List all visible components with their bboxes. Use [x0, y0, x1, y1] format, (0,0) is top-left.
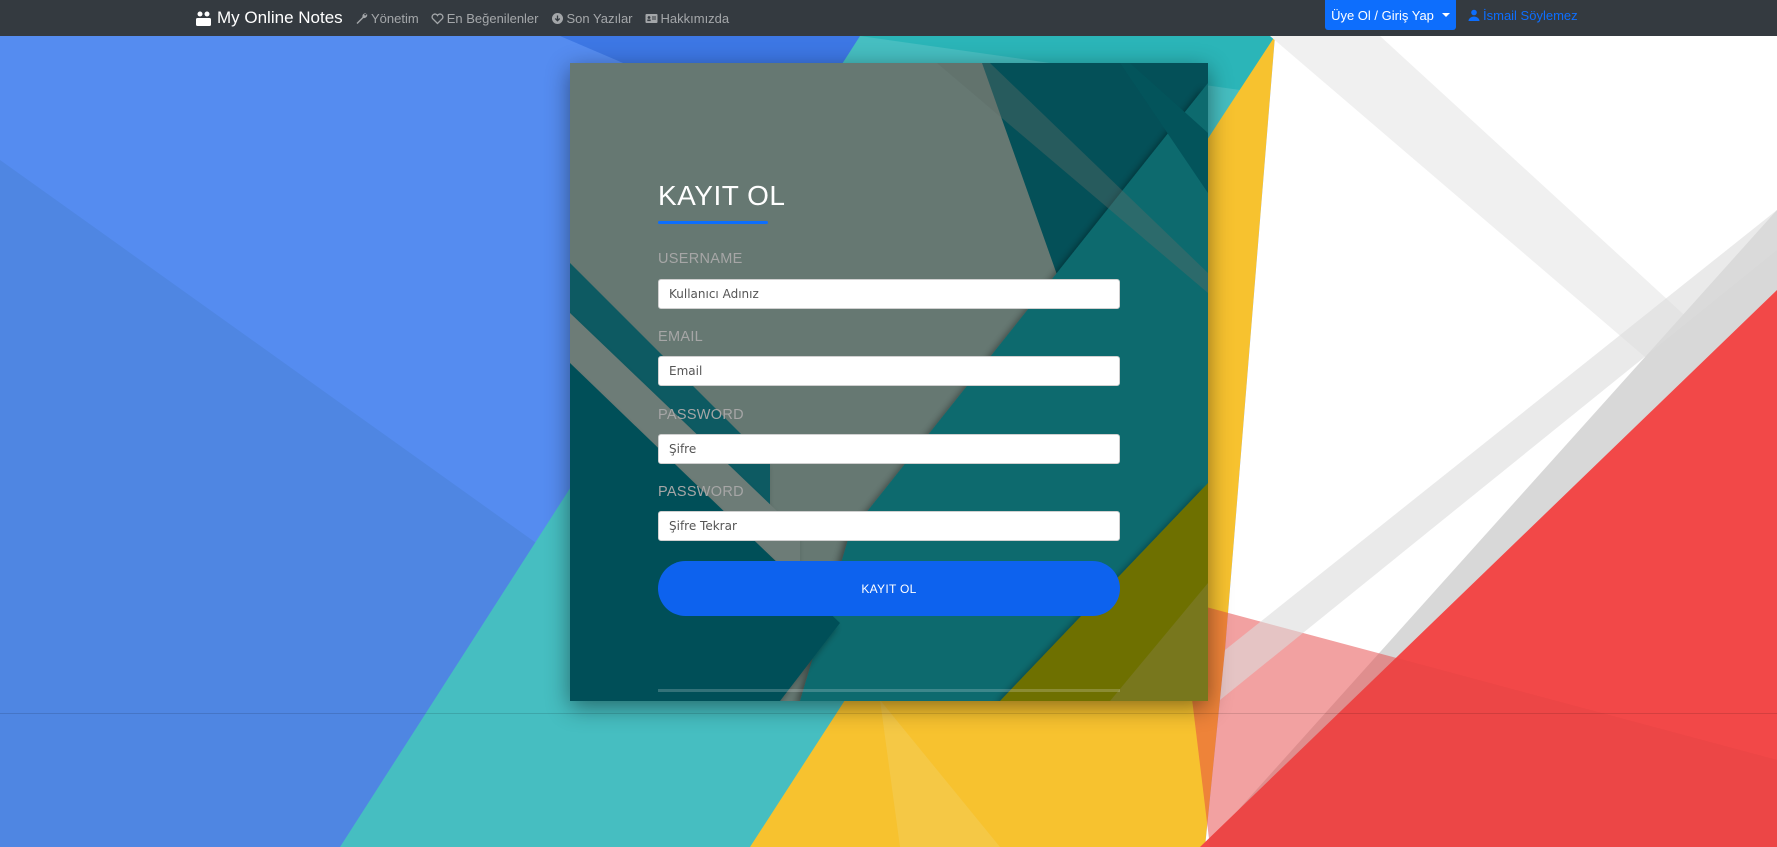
user-profile-link[interactable]: İsmail Söylemez: [1468, 0, 1578, 30]
nav-link-en-begenilenler[interactable]: En Beğenilenler: [431, 11, 539, 26]
form-title: KAYIT OL: [658, 180, 786, 211]
footer-divider: [0, 713, 1777, 714]
caret-down-icon: [1441, 13, 1450, 17]
email-input[interactable]: [658, 356, 1120, 386]
brand-link[interactable]: My Online Notes: [195, 5, 343, 31]
nav-link-hakkimizda[interactable]: Hakkımızda: [645, 10, 730, 26]
signup-login-dropdown[interactable]: Üye Ol / Giriş Yap: [1325, 0, 1456, 30]
top-navbar: My Online Notes Yönetim En Beğenilenler …: [0, 0, 1777, 36]
password-confirm-label: PASSWORD: [658, 484, 744, 500]
username-label: USERNAME: [658, 251, 743, 267]
wrench-icon: [355, 12, 368, 25]
nav-link-label: Yönetim: [371, 10, 419, 26]
dropdown-label: Üye Ol / Giriş Yap: [1331, 7, 1434, 23]
users-icon: [195, 10, 212, 27]
password-confirm-input[interactable]: [658, 511, 1120, 541]
heart-icon: [431, 12, 444, 25]
nav-link-label: Hakkımızda: [660, 10, 730, 26]
title-underline: [658, 221, 768, 224]
brand-label: My Online Notes: [217, 8, 343, 27]
nav-link-label: En Beğenilenler: [446, 10, 539, 26]
register-submit-button[interactable]: KAYIT OL: [658, 561, 1120, 616]
password-input[interactable]: [658, 434, 1120, 464]
arrow-circle-down-icon: [551, 12, 564, 25]
email-label: EMAIL: [658, 329, 704, 345]
password-label: PASSWORD: [658, 407, 744, 423]
nav-link-yonetim[interactable]: Yönetim: [355, 11, 419, 26]
username-input[interactable]: [658, 279, 1120, 309]
user-name: İsmail Söylemez: [1483, 7, 1578, 23]
register-form: KAYIT OL USERNAME EMAIL PASSWORD PASSWOR…: [658, 63, 1120, 701]
card-bottom-divider: [658, 689, 1120, 692]
nav-link-label: Son Yazılar: [566, 10, 633, 26]
user-icon: [1468, 9, 1480, 21]
id-card-icon: [645, 12, 658, 25]
nav-link-son-yazilar[interactable]: Son Yazılar: [551, 11, 633, 26]
nav-links: Yönetim En Beğenilenler Son Yazılar Hakk…: [355, 0, 741, 36]
register-card: KAYIT OL USERNAME EMAIL PASSWORD PASSWOR…: [570, 63, 1208, 701]
